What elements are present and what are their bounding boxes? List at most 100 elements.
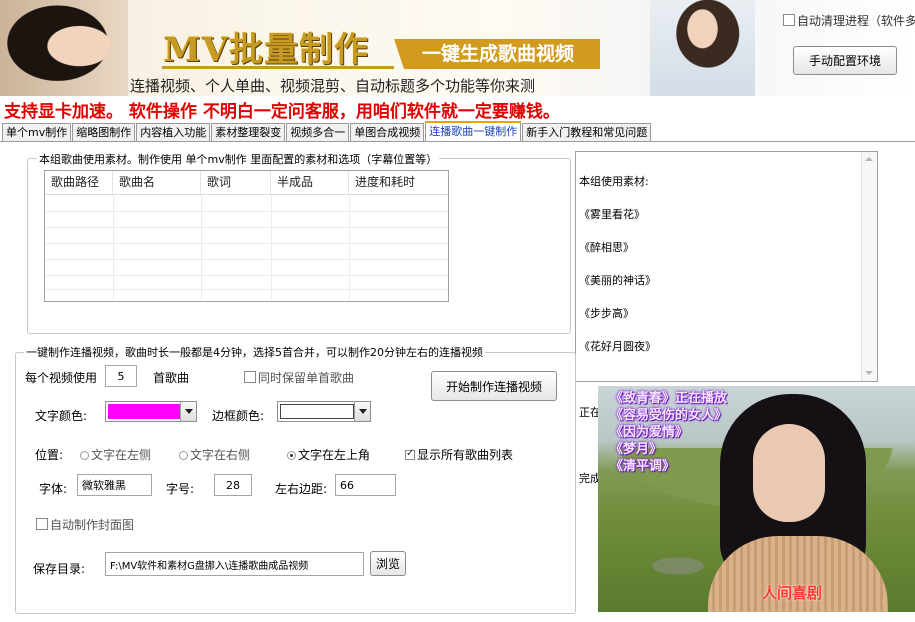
preview-image: 《致青春》正在播放 《容易受伤的女人》 《因为爱情》 《梦月》 《清平调》 人间… — [598, 386, 915, 612]
checkbox-checked[interactable] — [405, 448, 415, 460]
checkbox-box[interactable] — [244, 371, 256, 383]
radio-pos-left-label: 文字在左侧 — [91, 448, 152, 462]
log-line: 本组使用素材: — [579, 175, 649, 188]
log-line: 《步步高》 — [579, 307, 634, 320]
auto-clean-checkbox[interactable]: 自动清理进程（软件多 — [783, 12, 915, 29]
radio-pos-left[interactable]: 文字在左侧 — [80, 446, 151, 463]
start-playlist-button[interactable]: 开始制作连播视频 — [431, 371, 557, 401]
banner-photo-left — [0, 0, 128, 96]
col-semi-product[interactable]: 半成品 — [271, 171, 349, 194]
radio-circle[interactable] — [80, 451, 89, 460]
preview-song: 《梦月》 — [610, 442, 663, 457]
column-separator — [349, 194, 350, 301]
table-header: 歌曲路径 歌曲名 歌词 半成品 进度和耗时 — [45, 171, 448, 195]
banner-photo-right — [650, 0, 755, 96]
save-dir-label: 保存目录: — [33, 562, 86, 576]
banner-tag-edge — [394, 39, 404, 69]
tab-bar: 单个mv制作 缩略图制作 内容植入功能 素材整理裂变 视频多合一 单图合成视频 … — [2, 121, 652, 142]
log-line: 《花好月圆夜》 — [579, 340, 656, 353]
size-label: 字号: — [166, 482, 195, 496]
tab-single-mv[interactable]: 单个mv制作 — [2, 123, 72, 141]
col-song-name[interactable]: 歌曲名 — [113, 171, 201, 194]
table-row — [45, 289, 448, 290]
table-row — [45, 211, 448, 212]
checkbox-box[interactable] — [36, 518, 48, 530]
tab-image-video[interactable]: 单图合成视频 — [350, 123, 425, 141]
preview-caption: 人间喜剧 — [762, 584, 823, 602]
checkbox-box[interactable] — [783, 14, 795, 26]
radio-pos-right[interactable]: 文字在右侧 — [179, 446, 250, 463]
poster-face — [753, 424, 825, 522]
table-row — [45, 259, 448, 260]
show-all-label: 显示所有歌曲列表 — [417, 448, 514, 462]
text-color-swatch — [108, 404, 180, 419]
preview-song: 《致青春》正在播放 — [610, 391, 728, 406]
banner-tagline: 一键生成歌曲视频 — [404, 39, 600, 69]
radio-pos-right-label: 文字在右侧 — [190, 448, 251, 462]
column-separator — [271, 194, 272, 301]
font-label: 字体: — [39, 482, 68, 496]
scroll-down-icon[interactable] — [865, 371, 873, 375]
margin-label: 左右边距: — [275, 482, 328, 496]
tab-material-split[interactable]: 素材整理裂变 — [211, 123, 286, 141]
column-separator — [201, 194, 202, 301]
make-playlist-legend: 一键制作连播视频，歌曲时长一般都是4分钟，选择5首合并，可以制作20分钟左右的连… — [24, 344, 485, 360]
per-video-unit: 首歌曲 — [153, 371, 190, 385]
preview-song: 《因为爱情》 — [610, 425, 689, 440]
column-separator — [113, 194, 114, 301]
materials-group-legend: 本组歌曲使用素材。制作使用 单个mv制作 里面配置的素材和选项（字幕位置等） — [37, 151, 440, 167]
banner-title-underline — [162, 66, 394, 69]
col-lyrics[interactable]: 歌词 — [201, 171, 271, 194]
preview-song: 《容易受伤的女人》 — [610, 408, 728, 423]
auto-cover-label: 自动制作封面图 — [50, 518, 135, 532]
tab-video-merge[interactable]: 视频多合一 — [286, 123, 350, 141]
table-row — [45, 243, 448, 244]
tab-tutorial[interactable]: 新手入门教程和常见问题 — [522, 123, 652, 141]
tab-divider — [0, 141, 915, 142]
tab-thumbnail[interactable]: 缩略图制作 — [72, 123, 136, 141]
preview-song-list: 《致青春》正在播放 《容易受伤的女人》 《因为爱情》 《梦月》 《清平调》 — [610, 390, 727, 475]
table-row — [45, 275, 448, 276]
banner-subtitle: 连播视频、个人单曲、视频混剪、自动标题多个功能等你来测 — [130, 77, 536, 95]
chevron-down-icon[interactable] — [180, 402, 196, 421]
keep-single-label: 同时保留单首歌曲 — [258, 371, 355, 385]
per-video-count-input[interactable]: 5 — [105, 365, 137, 387]
log-output[interactable]: 本组使用素材: 《雾里看花》 《醉相思》 《美丽的神话》 《步步高》 《花好月圆… — [575, 151, 878, 484]
per-video-label: 每个视频使用 — [25, 371, 98, 385]
preview-song: 《清平调》 — [610, 459, 676, 474]
col-song-path[interactable]: 歌曲路径 — [45, 171, 113, 194]
banner-title: MV批量制作 — [163, 30, 370, 70]
auto-cover-checkbox[interactable]: 自动制作封面图 — [36, 516, 134, 533]
table-row — [45, 227, 448, 228]
border-color-select[interactable] — [277, 401, 371, 422]
show-all-checkbox[interactable]: 显示所有歌曲列表 — [405, 446, 513, 463]
log-scrollbar[interactable] — [861, 152, 877, 381]
size-input[interactable]: 28 — [214, 474, 252, 496]
config-env-button[interactable]: 手动配置环境 — [793, 46, 897, 75]
radio-circle[interactable] — [179, 451, 188, 460]
border-color-swatch — [280, 404, 354, 419]
text-color-label: 文字颜色: — [35, 409, 88, 423]
save-dir-input[interactable]: F:\MV软件和素材G盘挪入\连播歌曲成品视频 — [105, 552, 364, 576]
chevron-down-icon[interactable] — [354, 402, 370, 421]
tab-playlist-oneclick[interactable]: 连播歌曲一键制作 — [425, 121, 522, 141]
tab-content-insert[interactable]: 内容植入功能 — [136, 123, 211, 141]
border-color-label: 边框颜色: — [212, 409, 265, 423]
log-line: 《雾里看花》 — [579, 208, 645, 221]
auto-clean-label: 自动清理进程（软件多 — [797, 14, 915, 28]
keep-single-checkbox[interactable]: 同时保留单首歌曲 — [244, 369, 354, 386]
radio-circle-selected[interactable] — [287, 451, 296, 460]
font-input[interactable]: 微软雅黑 — [77, 474, 152, 496]
position-label: 位置: — [35, 448, 64, 462]
col-progress[interactable]: 进度和耗时 — [349, 171, 448, 194]
radio-pos-top-left-label: 文字在左上角 — [298, 448, 371, 462]
radio-pos-top-left[interactable]: 文字在左上角 — [287, 446, 370, 463]
scroll-up-icon[interactable] — [865, 157, 873, 161]
promo-text: 支持显卡加速。 软件操作 不明白一定问客服，用咱们软件就一定要赚钱。 — [4, 102, 560, 122]
margin-input[interactable]: 66 — [335, 474, 396, 496]
log-line: 《美丽的神话》 — [579, 274, 656, 287]
browse-button[interactable]: 浏览 — [370, 551, 406, 576]
text-color-select[interactable] — [105, 401, 197, 422]
songs-table[interactable]: 歌曲路径 歌曲名 歌词 半成品 进度和耗时 — [44, 170, 449, 302]
